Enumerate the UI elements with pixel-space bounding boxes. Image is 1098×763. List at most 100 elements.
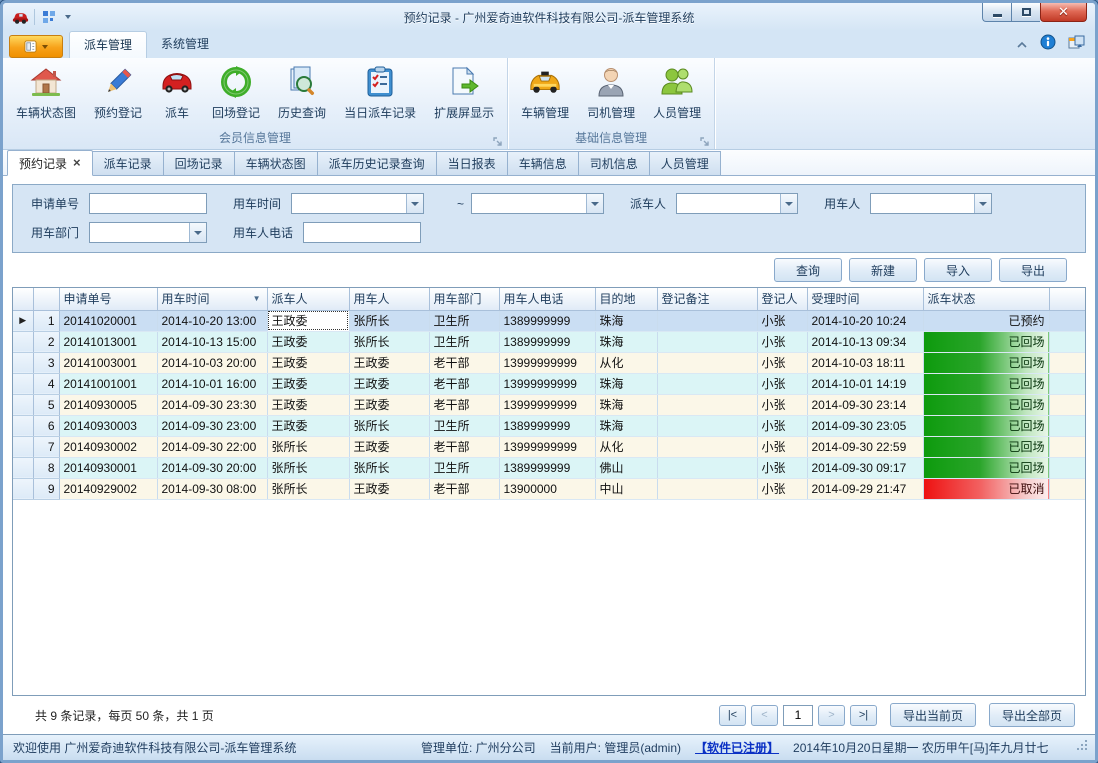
grid-cell-phone[interactable]: 1389999999 bbox=[499, 457, 595, 478]
tab-personnel-management[interactable]: 人员管理 bbox=[649, 151, 721, 175]
column-header-phone[interactable]: 用车人电话 bbox=[499, 288, 595, 310]
chevron-down-icon[interactable] bbox=[780, 194, 797, 213]
ribbon-tab-system-management[interactable]: 系统管理 bbox=[147, 31, 223, 58]
grid-cell-user[interactable]: 王政委 bbox=[349, 478, 429, 499]
grid-cell-status[interactable]: 已回场 bbox=[923, 415, 1049, 436]
grid-cell-user[interactable]: 王政委 bbox=[349, 373, 429, 394]
user-phone-input[interactable] bbox=[303, 222, 421, 243]
tab-reservation-records[interactable]: 预约记录× bbox=[7, 150, 93, 176]
export-all-pages-button[interactable]: 导出全部页 bbox=[989, 703, 1075, 727]
grid-cell-phone[interactable]: 1389999999 bbox=[499, 331, 595, 352]
grid-cell-status[interactable]: 已回场 bbox=[923, 394, 1049, 415]
grid-cell-time[interactable]: 2014-10-03 20:00 bbox=[157, 352, 267, 373]
grid-cell-dept[interactable]: 老干部 bbox=[429, 436, 499, 457]
row-number-cell[interactable]: 3 bbox=[33, 352, 59, 373]
request-no-input[interactable] bbox=[89, 193, 207, 214]
ribbon-tab-dispatch-management[interactable]: 派车管理 bbox=[69, 31, 147, 58]
grid-cell-id[interactable]: 20141001001 bbox=[59, 373, 157, 394]
grid-cell-dispatcher[interactable]: 张所长 bbox=[267, 436, 349, 457]
grid-cell-note[interactable] bbox=[657, 415, 757, 436]
grid-cell-id[interactable]: 20140930005 bbox=[59, 394, 157, 415]
grid-cell-dest[interactable]: 珠海 bbox=[595, 373, 657, 394]
grid-cell-phone[interactable]: 1389999999 bbox=[499, 415, 595, 436]
grid-cell-id[interactable]: 20141003001 bbox=[59, 352, 157, 373]
table-row[interactable]: 4201410010012014-10-01 16:00王政委王政委老干部139… bbox=[13, 373, 1086, 394]
next-page-button[interactable]: > bbox=[818, 705, 845, 726]
grid-cell-note[interactable] bbox=[657, 394, 757, 415]
grid-cell-status[interactable]: 已回场 bbox=[923, 436, 1049, 457]
grid-cell-id[interactable]: 20140930003 bbox=[59, 415, 157, 436]
row-selector-cell[interactable] bbox=[13, 457, 33, 478]
dialog-launcher-icon[interactable] bbox=[493, 135, 504, 146]
grid-cell-phone[interactable]: 13999999999 bbox=[499, 352, 595, 373]
grid-cell-user[interactable]: 王政委 bbox=[349, 394, 429, 415]
table-row[interactable]: 8201409300012014-09-30 20:00张所长张所长卫生所138… bbox=[13, 457, 1086, 478]
row-number-cell[interactable]: 6 bbox=[33, 415, 59, 436]
grid-cell-time[interactable]: 2014-09-30 22:00 bbox=[157, 436, 267, 457]
return-register-button[interactable]: 回场登记 bbox=[203, 61, 269, 129]
sort-filter-icon[interactable]: ▼ bbox=[253, 294, 261, 303]
grid-cell-dispatcher[interactable]: 王政委 bbox=[267, 352, 349, 373]
grid-cell-dest[interactable]: 珠海 bbox=[595, 331, 657, 352]
column-header-status[interactable]: 派车状态 bbox=[923, 288, 1049, 310]
grid-cell-status[interactable]: 已回场 bbox=[923, 352, 1049, 373]
grid-cell-user[interactable]: 王政委 bbox=[349, 352, 429, 373]
grid-cell-accepted[interactable]: 2014-09-29 21:47 bbox=[807, 478, 923, 499]
grid-cell-registrar[interactable]: 小张 bbox=[757, 415, 807, 436]
query-button[interactable]: 查询 bbox=[774, 258, 842, 282]
grid-cell-note[interactable] bbox=[657, 310, 757, 331]
chevron-down-icon[interactable] bbox=[974, 194, 991, 213]
export-current-page-button[interactable]: 导出当前页 bbox=[890, 703, 976, 727]
personnel-management-button[interactable]: 人员管理 bbox=[644, 61, 710, 129]
row-selector-cell[interactable] bbox=[13, 478, 33, 499]
tab-vehicle-info[interactable]: 车辆信息 bbox=[507, 151, 579, 175]
grid-cell-phone[interactable]: 13900000 bbox=[499, 478, 595, 499]
grid-cell-accepted[interactable]: 2014-10-13 09:34 bbox=[807, 331, 923, 352]
grid-cell-phone[interactable]: 13999999999 bbox=[499, 394, 595, 415]
grid-cell-note[interactable] bbox=[657, 478, 757, 499]
grid-cell-dispatcher[interactable]: 王政委 bbox=[267, 394, 349, 415]
grid-cell-user[interactable]: 张所长 bbox=[349, 457, 429, 478]
grid-cell-user[interactable]: 王政委 bbox=[349, 436, 429, 457]
chevron-down-icon[interactable] bbox=[189, 223, 206, 242]
use-time-from-combo[interactable] bbox=[291, 193, 424, 214]
close-button[interactable]: ✕ bbox=[1040, 3, 1087, 22]
chevron-down-icon[interactable] bbox=[586, 194, 603, 213]
row-number-cell[interactable]: 2 bbox=[33, 331, 59, 352]
grid-cell-registrar[interactable]: 小张 bbox=[757, 457, 807, 478]
column-header-dispatcher[interactable]: 派车人 bbox=[267, 288, 349, 310]
grid-cell-status[interactable]: 已回场 bbox=[923, 331, 1049, 352]
grid-cell-phone[interactable]: 1389999999 bbox=[499, 310, 595, 331]
info-icon[interactable] bbox=[1040, 34, 1056, 55]
chevron-down-icon[interactable] bbox=[406, 194, 423, 213]
grid-cell-phone[interactable]: 13999999999 bbox=[499, 436, 595, 457]
vehicle-status-chart-button[interactable]: 车辆状态图 bbox=[7, 61, 85, 129]
grid-cell-accepted[interactable]: 2014-09-30 23:14 bbox=[807, 394, 923, 415]
grid-cell-dest[interactable]: 从化 bbox=[595, 352, 657, 373]
car-user-combo[interactable] bbox=[870, 193, 992, 214]
grid-cell-registrar[interactable]: 小张 bbox=[757, 373, 807, 394]
grid-cell-status[interactable]: 已预约 bbox=[923, 310, 1049, 331]
resize-grip[interactable] bbox=[1077, 740, 1089, 755]
column-header-accepted[interactable]: 受理时间 bbox=[807, 288, 923, 310]
quick-access-toolbar-icon[interactable] bbox=[40, 8, 58, 26]
grid-cell-time[interactable]: 2014-09-30 23:00 bbox=[157, 415, 267, 436]
grid-cell-note[interactable] bbox=[657, 457, 757, 478]
grid-cell-accepted[interactable]: 2014-10-03 18:11 bbox=[807, 352, 923, 373]
grid-cell-time[interactable]: 2014-10-20 13:00 bbox=[157, 310, 267, 331]
grid-cell-dest[interactable]: 从化 bbox=[595, 436, 657, 457]
grid-cell-id[interactable]: 20141013001 bbox=[59, 331, 157, 352]
skin-style-icon[interactable] bbox=[1068, 35, 1085, 55]
tab-vehicle-status-chart[interactable]: 车辆状态图 bbox=[234, 151, 318, 175]
quick-access-caret-icon[interactable] bbox=[65, 15, 71, 19]
column-header-dest[interactable]: 目的地 bbox=[595, 288, 657, 310]
grid-cell-time[interactable]: 2014-10-13 15:00 bbox=[157, 331, 267, 352]
grid-cell-registrar[interactable]: 小张 bbox=[757, 352, 807, 373]
tab-driver-info[interactable]: 司机信息 bbox=[578, 151, 650, 175]
column-header-user[interactable]: 用车人 bbox=[349, 288, 429, 310]
tab-return-records[interactable]: 回场记录 bbox=[163, 151, 235, 175]
grid-cell-dept[interactable]: 卫生所 bbox=[429, 331, 499, 352]
table-row[interactable]: 6201409300032014-09-30 23:00王政委张所长卫生所138… bbox=[13, 415, 1086, 436]
table-row[interactable]: 5201409300052014-09-30 23:30王政委王政委老干部139… bbox=[13, 394, 1086, 415]
row-selector-cell[interactable]: ▶ bbox=[13, 310, 33, 331]
